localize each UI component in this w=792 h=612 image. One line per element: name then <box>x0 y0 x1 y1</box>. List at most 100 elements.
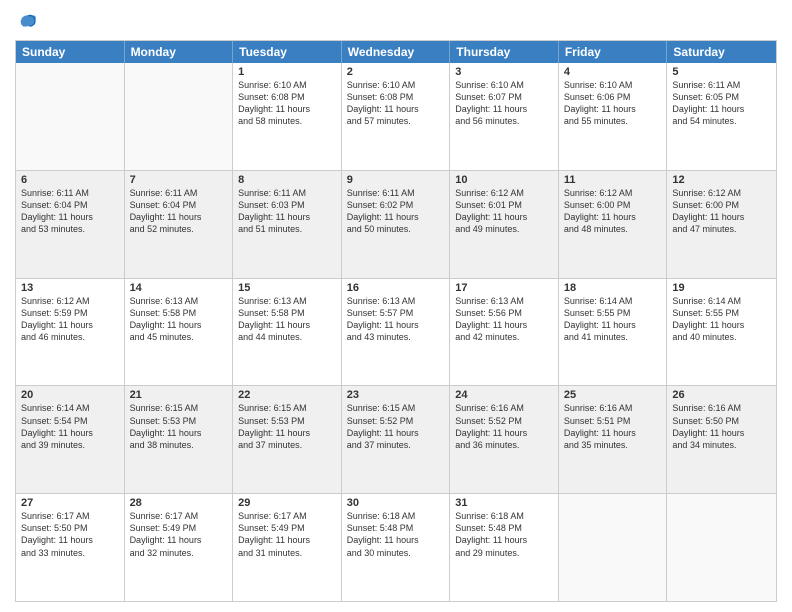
cell-text: Sunrise: 6:13 AM <box>455 295 553 307</box>
cell-text: Sunrise: 6:11 AM <box>238 187 336 199</box>
cell-text: Sunset: 5:58 PM <box>130 307 228 319</box>
cell-text: Sunset: 5:56 PM <box>455 307 553 319</box>
week-2: 6Sunrise: 6:11 AMSunset: 6:04 PMDaylight… <box>16 171 776 279</box>
cell-text: and 46 minutes. <box>21 331 119 343</box>
cell-text: Sunrise: 6:13 AM <box>130 295 228 307</box>
cell-text: Daylight: 11 hours <box>238 319 336 331</box>
week-3: 13Sunrise: 6:12 AMSunset: 5:59 PMDayligh… <box>16 279 776 387</box>
day-number: 16 <box>347 282 445 294</box>
cell-text: Sunrise: 6:14 AM <box>564 295 662 307</box>
cell-text: Daylight: 11 hours <box>21 319 119 331</box>
cell-text: Sunset: 5:55 PM <box>564 307 662 319</box>
day-number: 29 <box>238 497 336 509</box>
day-number: 11 <box>564 174 662 186</box>
cell-text: Sunset: 6:05 PM <box>672 91 771 103</box>
cell-text: Sunset: 6:04 PM <box>130 199 228 211</box>
cell-text: Sunset: 5:53 PM <box>130 415 228 427</box>
cell-text: Daylight: 11 hours <box>564 319 662 331</box>
cell-text: Daylight: 11 hours <box>21 427 119 439</box>
cell-text: Sunset: 6:06 PM <box>564 91 662 103</box>
day-number: 10 <box>455 174 553 186</box>
cell-text: Sunrise: 6:17 AM <box>238 510 336 522</box>
cell-text: Sunrise: 6:16 AM <box>455 402 553 414</box>
cell-text: Sunrise: 6:13 AM <box>238 295 336 307</box>
cell-text: Daylight: 11 hours <box>21 534 119 546</box>
day-cell-15: 15Sunrise: 6:13 AMSunset: 5:58 PMDayligh… <box>233 279 342 386</box>
day-cell-22: 22Sunrise: 6:15 AMSunset: 5:53 PMDayligh… <box>233 386 342 493</box>
header-day-saturday: Saturday <box>667 41 776 63</box>
logo <box>15 10 39 32</box>
cell-text: Daylight: 11 hours <box>130 427 228 439</box>
cell-text: Sunrise: 6:17 AM <box>130 510 228 522</box>
cell-text: Sunrise: 6:13 AM <box>347 295 445 307</box>
cell-text: Sunrise: 6:11 AM <box>672 79 771 91</box>
day-cell-20: 20Sunrise: 6:14 AMSunset: 5:54 PMDayligh… <box>16 386 125 493</box>
day-number: 15 <box>238 282 336 294</box>
day-cell-8: 8Sunrise: 6:11 AMSunset: 6:03 PMDaylight… <box>233 171 342 278</box>
cell-text: Sunset: 5:49 PM <box>238 522 336 534</box>
day-cell-7: 7Sunrise: 6:11 AMSunset: 6:04 PMDaylight… <box>125 171 234 278</box>
day-cell-10: 10Sunrise: 6:12 AMSunset: 6:01 PMDayligh… <box>450 171 559 278</box>
cell-text: Sunset: 6:08 PM <box>347 91 445 103</box>
cell-text: and 56 minutes. <box>455 115 553 127</box>
cell-text: and 31 minutes. <box>238 547 336 559</box>
cell-text: Sunrise: 6:10 AM <box>347 79 445 91</box>
cell-text: Daylight: 11 hours <box>347 211 445 223</box>
day-cell-14: 14Sunrise: 6:13 AMSunset: 5:58 PMDayligh… <box>125 279 234 386</box>
cell-text: Sunrise: 6:11 AM <box>347 187 445 199</box>
cell-text: and 32 minutes. <box>130 547 228 559</box>
cell-text: and 36 minutes. <box>455 439 553 451</box>
day-cell-6: 6Sunrise: 6:11 AMSunset: 6:04 PMDaylight… <box>16 171 125 278</box>
cell-text: and 29 minutes. <box>455 547 553 559</box>
cell-text: Sunset: 6:01 PM <box>455 199 553 211</box>
day-number: 9 <box>347 174 445 186</box>
cell-text: Sunset: 5:52 PM <box>347 415 445 427</box>
cell-text: Sunrise: 6:15 AM <box>238 402 336 414</box>
day-number: 28 <box>130 497 228 509</box>
cell-text: and 57 minutes. <box>347 115 445 127</box>
day-cell-16: 16Sunrise: 6:13 AMSunset: 5:57 PMDayligh… <box>342 279 451 386</box>
cell-text: Daylight: 11 hours <box>238 103 336 115</box>
cell-text: Sunrise: 6:14 AM <box>672 295 771 307</box>
day-number: 23 <box>347 389 445 401</box>
cell-text: Daylight: 11 hours <box>672 103 771 115</box>
cell-text: and 55 minutes. <box>564 115 662 127</box>
cell-text: and 49 minutes. <box>455 223 553 235</box>
day-number: 14 <box>130 282 228 294</box>
day-cell-12: 12Sunrise: 6:12 AMSunset: 6:00 PMDayligh… <box>667 171 776 278</box>
cell-text: Sunset: 6:00 PM <box>672 199 771 211</box>
cell-text: and 39 minutes. <box>21 439 119 451</box>
empty-cell <box>125 63 234 170</box>
cell-text: Sunset: 5:55 PM <box>672 307 771 319</box>
day-cell-28: 28Sunrise: 6:17 AMSunset: 5:49 PMDayligh… <box>125 494 234 601</box>
cell-text: and 47 minutes. <box>672 223 771 235</box>
header-day-wednesday: Wednesday <box>342 41 451 63</box>
cell-text: Sunset: 5:53 PM <box>238 415 336 427</box>
day-cell-17: 17Sunrise: 6:13 AMSunset: 5:56 PMDayligh… <box>450 279 559 386</box>
cell-text: Sunrise: 6:11 AM <box>130 187 228 199</box>
cell-text: and 42 minutes. <box>455 331 553 343</box>
cell-text: Sunrise: 6:15 AM <box>347 402 445 414</box>
cell-text: Sunset: 6:04 PM <box>21 199 119 211</box>
cell-text: Sunset: 6:07 PM <box>455 91 553 103</box>
cell-text: and 45 minutes. <box>130 331 228 343</box>
day-number: 6 <box>21 174 119 186</box>
cell-text: Sunrise: 6:15 AM <box>130 402 228 414</box>
header-day-monday: Monday <box>125 41 234 63</box>
cell-text: Daylight: 11 hours <box>238 427 336 439</box>
day-number: 5 <box>672 66 771 78</box>
day-cell-27: 27Sunrise: 6:17 AMSunset: 5:50 PMDayligh… <box>16 494 125 601</box>
cell-text: Sunrise: 6:10 AM <box>455 79 553 91</box>
cell-text: Daylight: 11 hours <box>347 427 445 439</box>
header-day-tuesday: Tuesday <box>233 41 342 63</box>
cell-text: Daylight: 11 hours <box>672 211 771 223</box>
day-cell-3: 3Sunrise: 6:10 AMSunset: 6:07 PMDaylight… <box>450 63 559 170</box>
cell-text: and 58 minutes. <box>238 115 336 127</box>
cell-text: Daylight: 11 hours <box>455 534 553 546</box>
day-number: 19 <box>672 282 771 294</box>
header-day-thursday: Thursday <box>450 41 559 63</box>
cell-text: Sunset: 6:08 PM <box>238 91 336 103</box>
day-cell-9: 9Sunrise: 6:11 AMSunset: 6:02 PMDaylight… <box>342 171 451 278</box>
cell-text: Daylight: 11 hours <box>455 319 553 331</box>
cell-text: and 43 minutes. <box>347 331 445 343</box>
